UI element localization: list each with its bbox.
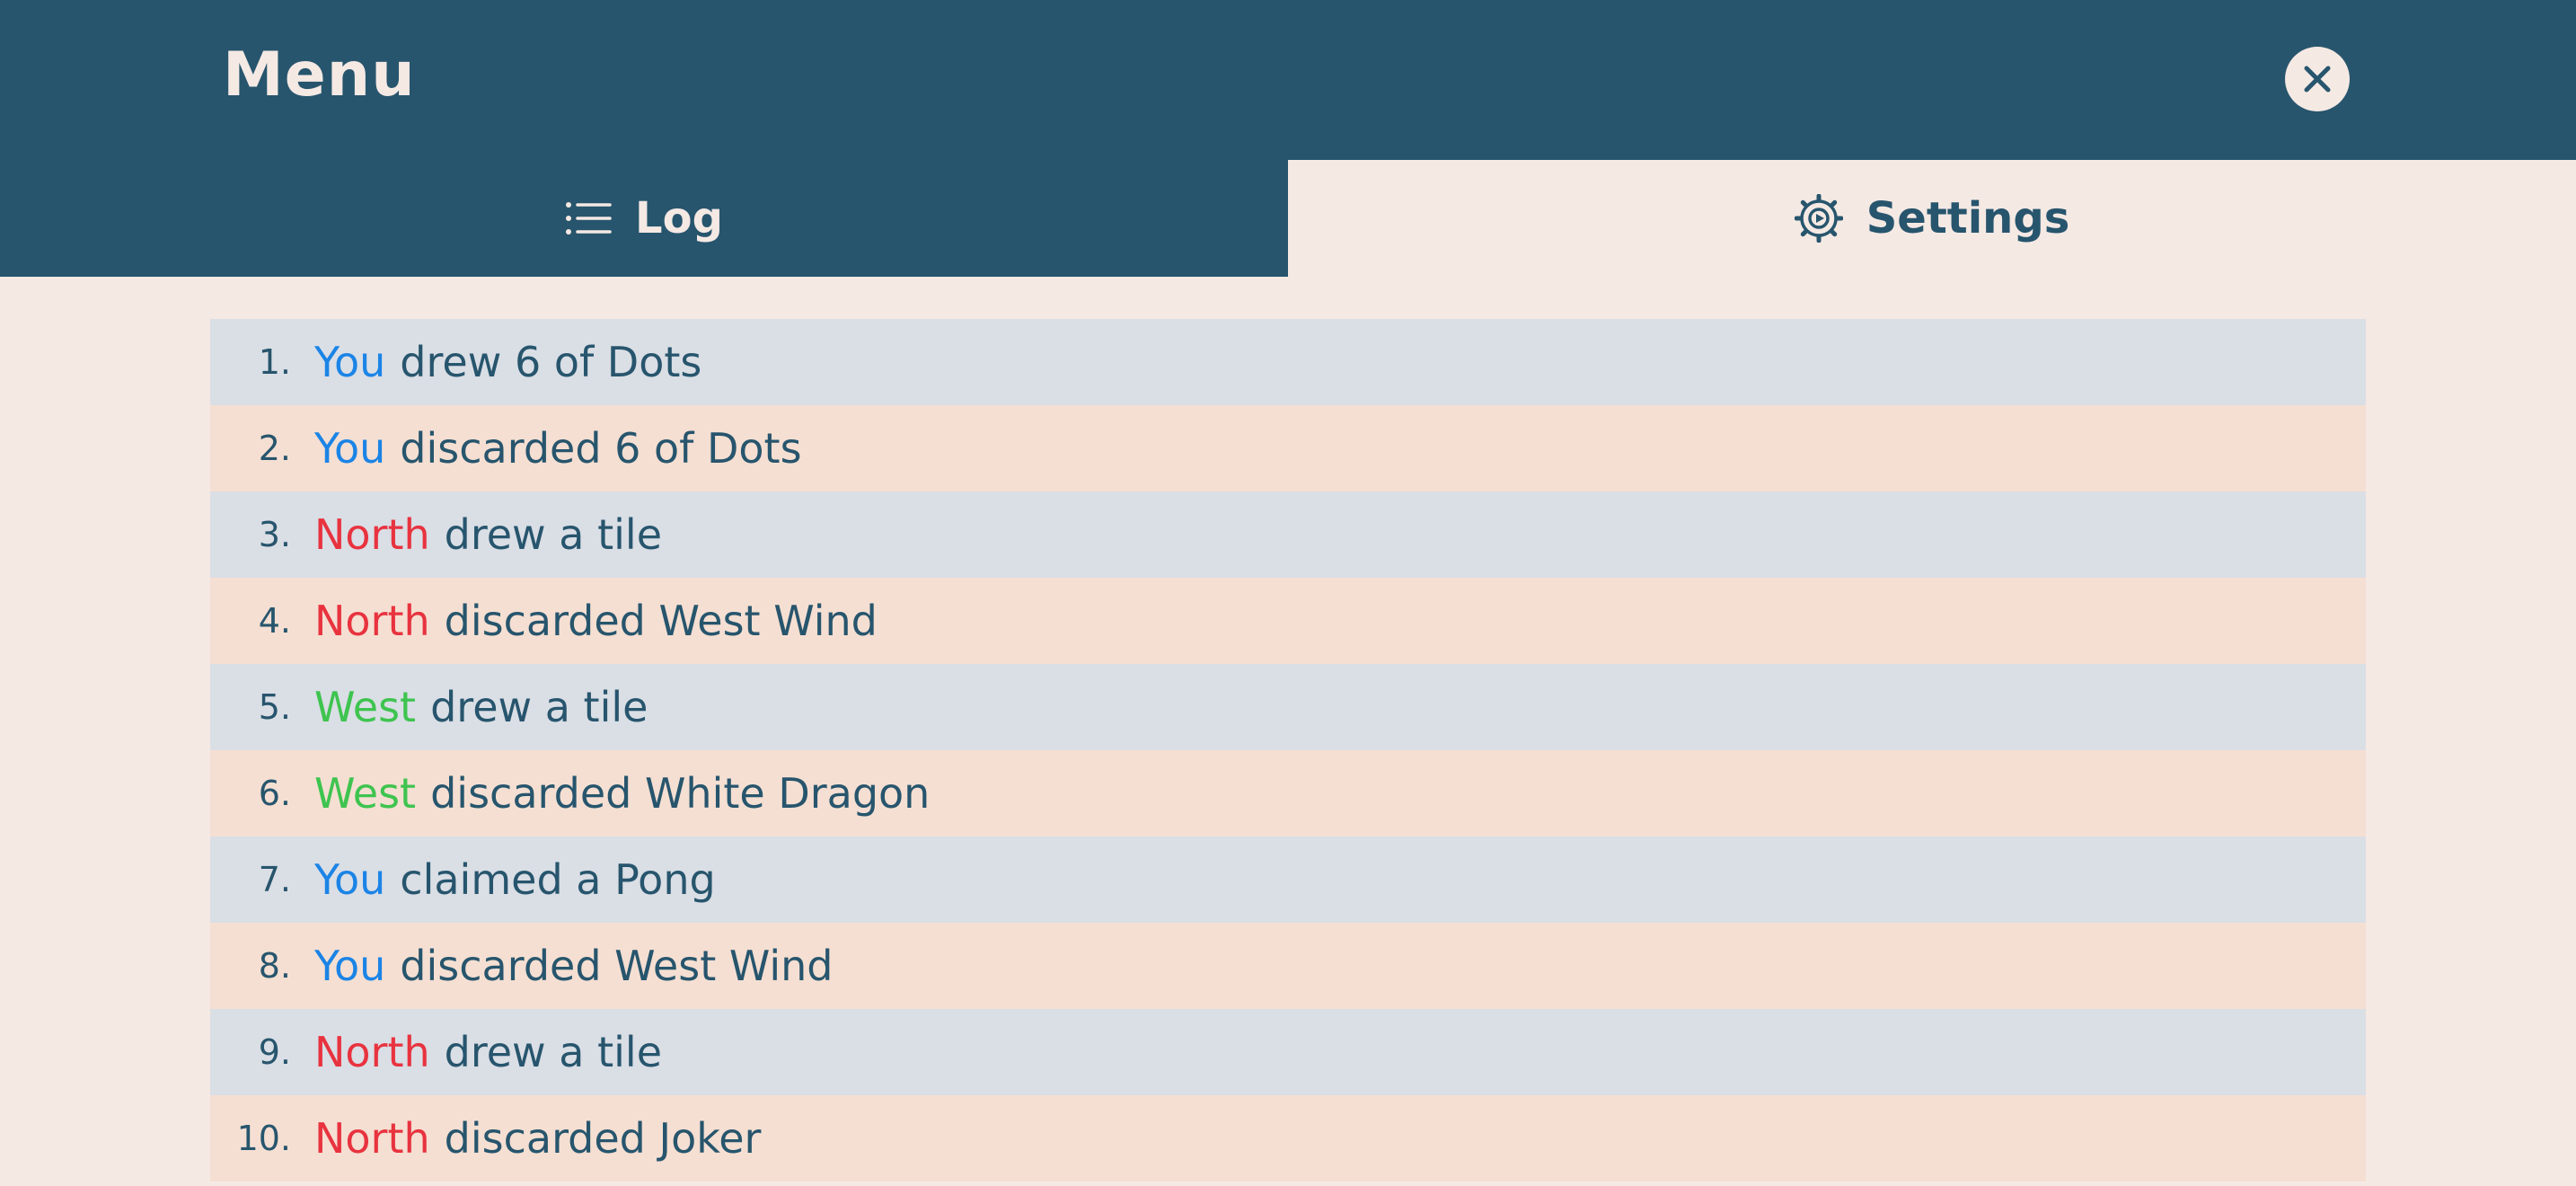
menu-title: Menu bbox=[223, 40, 416, 111]
log-entry-actor: North bbox=[314, 597, 430, 645]
log-entry-number: 4. bbox=[258, 601, 291, 641]
tab-settings-label: Settings bbox=[1866, 193, 2070, 243]
log-entry: 5. West drew a tile bbox=[210, 664, 2366, 750]
tab-settings[interactable]: Settings bbox=[1288, 160, 2576, 277]
tab-log[interactable]: Log bbox=[0, 160, 1288, 277]
log-entry-number: 2. bbox=[258, 429, 291, 468]
log-entry-actor: North bbox=[314, 1028, 430, 1076]
log-entry-action: discarded Joker bbox=[444, 1114, 762, 1163]
log-entry-action: drew a tile bbox=[444, 1028, 663, 1076]
log-entry-number: 3. bbox=[258, 515, 291, 554]
log-entry: 7. You claimed a Pong bbox=[210, 836, 2366, 923]
log-entry-actor: You bbox=[314, 942, 386, 990]
close-button[interactable] bbox=[2285, 47, 2350, 111]
log-entry-action: discarded White Dragon bbox=[430, 769, 931, 818]
log-entry: 6. West discarded White Dragon bbox=[210, 750, 2366, 836]
tab-bar: Log Settings bbox=[0, 160, 2576, 277]
log-entry-number: 5. bbox=[258, 687, 291, 727]
log-entry-actor: West bbox=[314, 683, 417, 731]
game-log-list: 1. You drew 6 of Dots 2. You discarded 6… bbox=[210, 319, 2366, 1182]
log-entry-actor: North bbox=[314, 1114, 430, 1163]
log-entry-actor: You bbox=[314, 855, 386, 904]
log-entry-action: discarded West Wind bbox=[400, 942, 834, 990]
log-entry-action: claimed a Pong bbox=[400, 855, 716, 904]
log-entry: 3. North drew a tile bbox=[210, 491, 2366, 578]
menu-header: Menu bbox=[0, 0, 2576, 160]
log-entry: 4. North discarded West Wind bbox=[210, 578, 2366, 664]
log-entry-actor: West bbox=[314, 769, 417, 818]
log-entry-number: 1. bbox=[258, 342, 291, 382]
list-icon bbox=[565, 200, 612, 236]
log-entry-actor: North bbox=[314, 510, 430, 559]
log-entry-number: 6. bbox=[258, 774, 291, 813]
log-entry-actor: You bbox=[314, 424, 386, 473]
log-entry-number: 8. bbox=[258, 946, 291, 986]
gear-icon bbox=[1794, 194, 1843, 243]
log-entry-number: 10. bbox=[236, 1119, 291, 1158]
close-icon bbox=[2304, 66, 2331, 93]
log-entry-number: 7. bbox=[258, 860, 291, 899]
log-entry-action: drew a tile bbox=[444, 510, 663, 559]
tab-log-label: Log bbox=[635, 193, 723, 243]
log-entry: 2. You discarded 6 of Dots bbox=[210, 405, 2366, 491]
log-entry: 10. North discarded Joker bbox=[210, 1095, 2366, 1182]
log-entry: 1. You drew 6 of Dots bbox=[210, 319, 2366, 405]
log-entry-actor: You bbox=[314, 338, 386, 386]
log-entry: 8. You discarded West Wind bbox=[210, 923, 2366, 1009]
log-entry-action: drew a tile bbox=[430, 683, 648, 731]
log-entry-action: discarded 6 of Dots bbox=[400, 424, 802, 473]
log-entry-action: discarded West Wind bbox=[444, 597, 878, 645]
log-entry: 9. North drew a tile bbox=[210, 1009, 2366, 1095]
log-entry-number: 9. bbox=[258, 1032, 291, 1072]
log-entry-action: drew 6 of Dots bbox=[400, 338, 702, 386]
